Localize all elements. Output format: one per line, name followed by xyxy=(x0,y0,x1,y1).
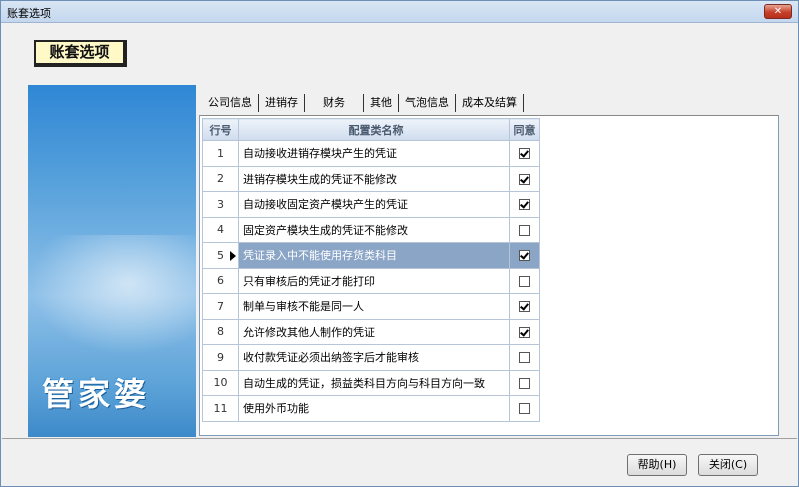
agree-cell xyxy=(509,369,540,396)
option-name: 自动生成的凭证，损益类科目方向与科目方向一致 xyxy=(238,369,510,396)
row-number: 3 xyxy=(202,191,239,218)
close-button[interactable]: 关闭(C) xyxy=(698,454,758,476)
row-number-label: 4 xyxy=(217,223,224,237)
row-number: 2 xyxy=(202,165,239,192)
tab-5[interactable]: 成本及结算 xyxy=(456,94,524,112)
option-name: 自动接收固定资产模块产生的凭证 xyxy=(238,191,510,218)
table-row[interactable]: 1 自动接收进销存模块产生的凭证 xyxy=(202,140,540,167)
table-row[interactable]: 6 只有审核后的凭证才能打印 xyxy=(202,267,540,294)
row-number-label: 1 xyxy=(217,146,224,160)
brand-logo: 管家婆 xyxy=(42,375,151,413)
current-row-arrow-icon xyxy=(230,251,236,261)
agree-cell xyxy=(509,344,540,371)
agree-checkbox[interactable] xyxy=(519,377,530,389)
agree-cell xyxy=(509,267,540,294)
title-bar[interactable]: 账套选项 ✕ xyxy=(1,1,798,23)
agree-checkbox[interactable] xyxy=(519,275,530,287)
table-row[interactable]: 2 进销存模块生成的凭证不能修改 xyxy=(202,165,540,192)
agree-checkbox[interactable] xyxy=(519,403,530,415)
agree-checkbox[interactable] xyxy=(519,352,530,364)
option-name: 允许修改其他人制作的凭证 xyxy=(238,318,510,345)
agree-cell xyxy=(509,165,540,192)
row-number-label: 10 xyxy=(213,376,228,390)
row-number-label: 3 xyxy=(217,197,224,211)
agree-checkbox[interactable] xyxy=(519,224,530,236)
agree-checkbox[interactable] xyxy=(519,301,530,313)
table-row[interactable]: 8 允许修改其他人制作的凭证 xyxy=(202,318,540,345)
agree-cell xyxy=(509,216,540,243)
tab-strip: 公司信息 进销存 财务 其他 气泡信息 成本及结算 xyxy=(202,94,524,112)
row-number: 1 xyxy=(202,140,239,167)
option-name: 自动接收进销存模块产生的凭证 xyxy=(238,140,510,167)
option-name: 制单与审核不能是同一人 xyxy=(238,293,510,320)
table-row[interactable]: 3 自动接收固定资产模块产生的凭证 xyxy=(202,191,540,218)
row-number-label: 6 xyxy=(217,274,224,288)
option-name: 只有审核后的凭证才能打印 xyxy=(238,267,510,294)
row-number-label: 8 xyxy=(217,325,224,339)
column-header-name[interactable]: 配置类名称 xyxy=(238,118,510,141)
row-number: 5 xyxy=(202,242,239,269)
close-icon[interactable]: ✕ xyxy=(764,4,792,19)
agree-checkbox[interactable] xyxy=(519,326,530,338)
row-number: 4 xyxy=(202,216,239,243)
agree-cell xyxy=(509,318,540,345)
agree-checkbox[interactable] xyxy=(519,199,530,211)
options-dialog: 账套选项 ✕ 账套选项 管家婆 公司信息 进销存 财务 其他 气泡信息 成本及结算 行号 … xyxy=(0,0,799,487)
agree-checkbox[interactable] xyxy=(519,250,530,262)
option-name: 凭证录入中不能使用存货类科目 xyxy=(238,242,510,269)
table-row[interactable]: 10 自动生成的凭证，损益类科目方向与科目方向一致 xyxy=(202,369,540,396)
agree-checkbox[interactable] xyxy=(519,173,530,185)
agree-cell xyxy=(509,140,540,167)
agree-cell xyxy=(509,293,540,320)
brand-panel: 管家婆 xyxy=(28,85,196,437)
row-number: 7 xyxy=(202,293,239,320)
row-number: 10 xyxy=(202,369,239,396)
options-table: 行号 配置类名称 同意 1 自动接收进销存模块产生的凭证 2 进销存模块生成的凭证不能… xyxy=(202,118,540,422)
agree-cell xyxy=(509,242,540,269)
table-row[interactable]: 7 制单与审核不能是同一人 xyxy=(202,293,540,320)
row-number: 8 xyxy=(202,318,239,345)
row-number-label: 2 xyxy=(217,172,224,186)
tab-3[interactable]: 其他 xyxy=(364,94,399,112)
table-row[interactable]: 9 收付款凭证必须出纳签字后才能审核 xyxy=(202,344,540,371)
tab-4[interactable]: 气泡信息 xyxy=(399,94,456,112)
window-title: 账套选项 xyxy=(7,7,51,20)
column-header-agree[interactable]: 同意 xyxy=(509,118,540,141)
page-title: 账套选项 xyxy=(34,40,127,67)
help-button[interactable]: 帮助(H) xyxy=(627,454,687,476)
option-name: 使用外币功能 xyxy=(238,395,510,422)
row-number-label: 5 xyxy=(217,248,224,262)
tab-0[interactable]: 公司信息 xyxy=(202,94,259,112)
row-number-label: 9 xyxy=(217,350,224,364)
content-area: 公司信息 进销存 财务 其他 气泡信息 成本及结算 行号 配置类名称 同意 1 自动接收进销… xyxy=(196,85,779,437)
row-number: 11 xyxy=(202,395,239,422)
option-name: 进销存模块生成的凭证不能修改 xyxy=(238,165,510,192)
row-number: 9 xyxy=(202,344,239,371)
row-number: 6 xyxy=(202,267,239,294)
column-header-no[interactable]: 行号 xyxy=(202,118,239,141)
table-row[interactable]: 4 固定资产模块生成的凭证不能修改 xyxy=(202,216,540,243)
option-name: 收付款凭证必须出纳签字后才能审核 xyxy=(238,344,510,371)
agree-cell xyxy=(509,395,540,422)
agree-cell xyxy=(509,191,540,218)
table-row[interactable]: 11 使用外币功能 xyxy=(202,395,540,422)
table-row[interactable]: 5 凭证录入中不能使用存货类科目 xyxy=(202,242,540,269)
agree-checkbox[interactable] xyxy=(519,148,530,160)
tab-2[interactable]: 财务 xyxy=(305,94,364,112)
options-grid: 行号 配置类名称 同意 1 自动接收进销存模块产生的凭证 2 进销存模块生成的凭证不能… xyxy=(199,115,779,436)
dialog-footer: 帮助(H) 关闭(C) xyxy=(2,438,797,486)
row-number-label: 11 xyxy=(213,401,228,415)
row-number-label: 7 xyxy=(217,299,224,313)
panel-highlight xyxy=(28,235,196,355)
option-name: 固定资产模块生成的凭证不能修改 xyxy=(238,216,510,243)
tab-1[interactable]: 进销存 xyxy=(259,94,305,112)
